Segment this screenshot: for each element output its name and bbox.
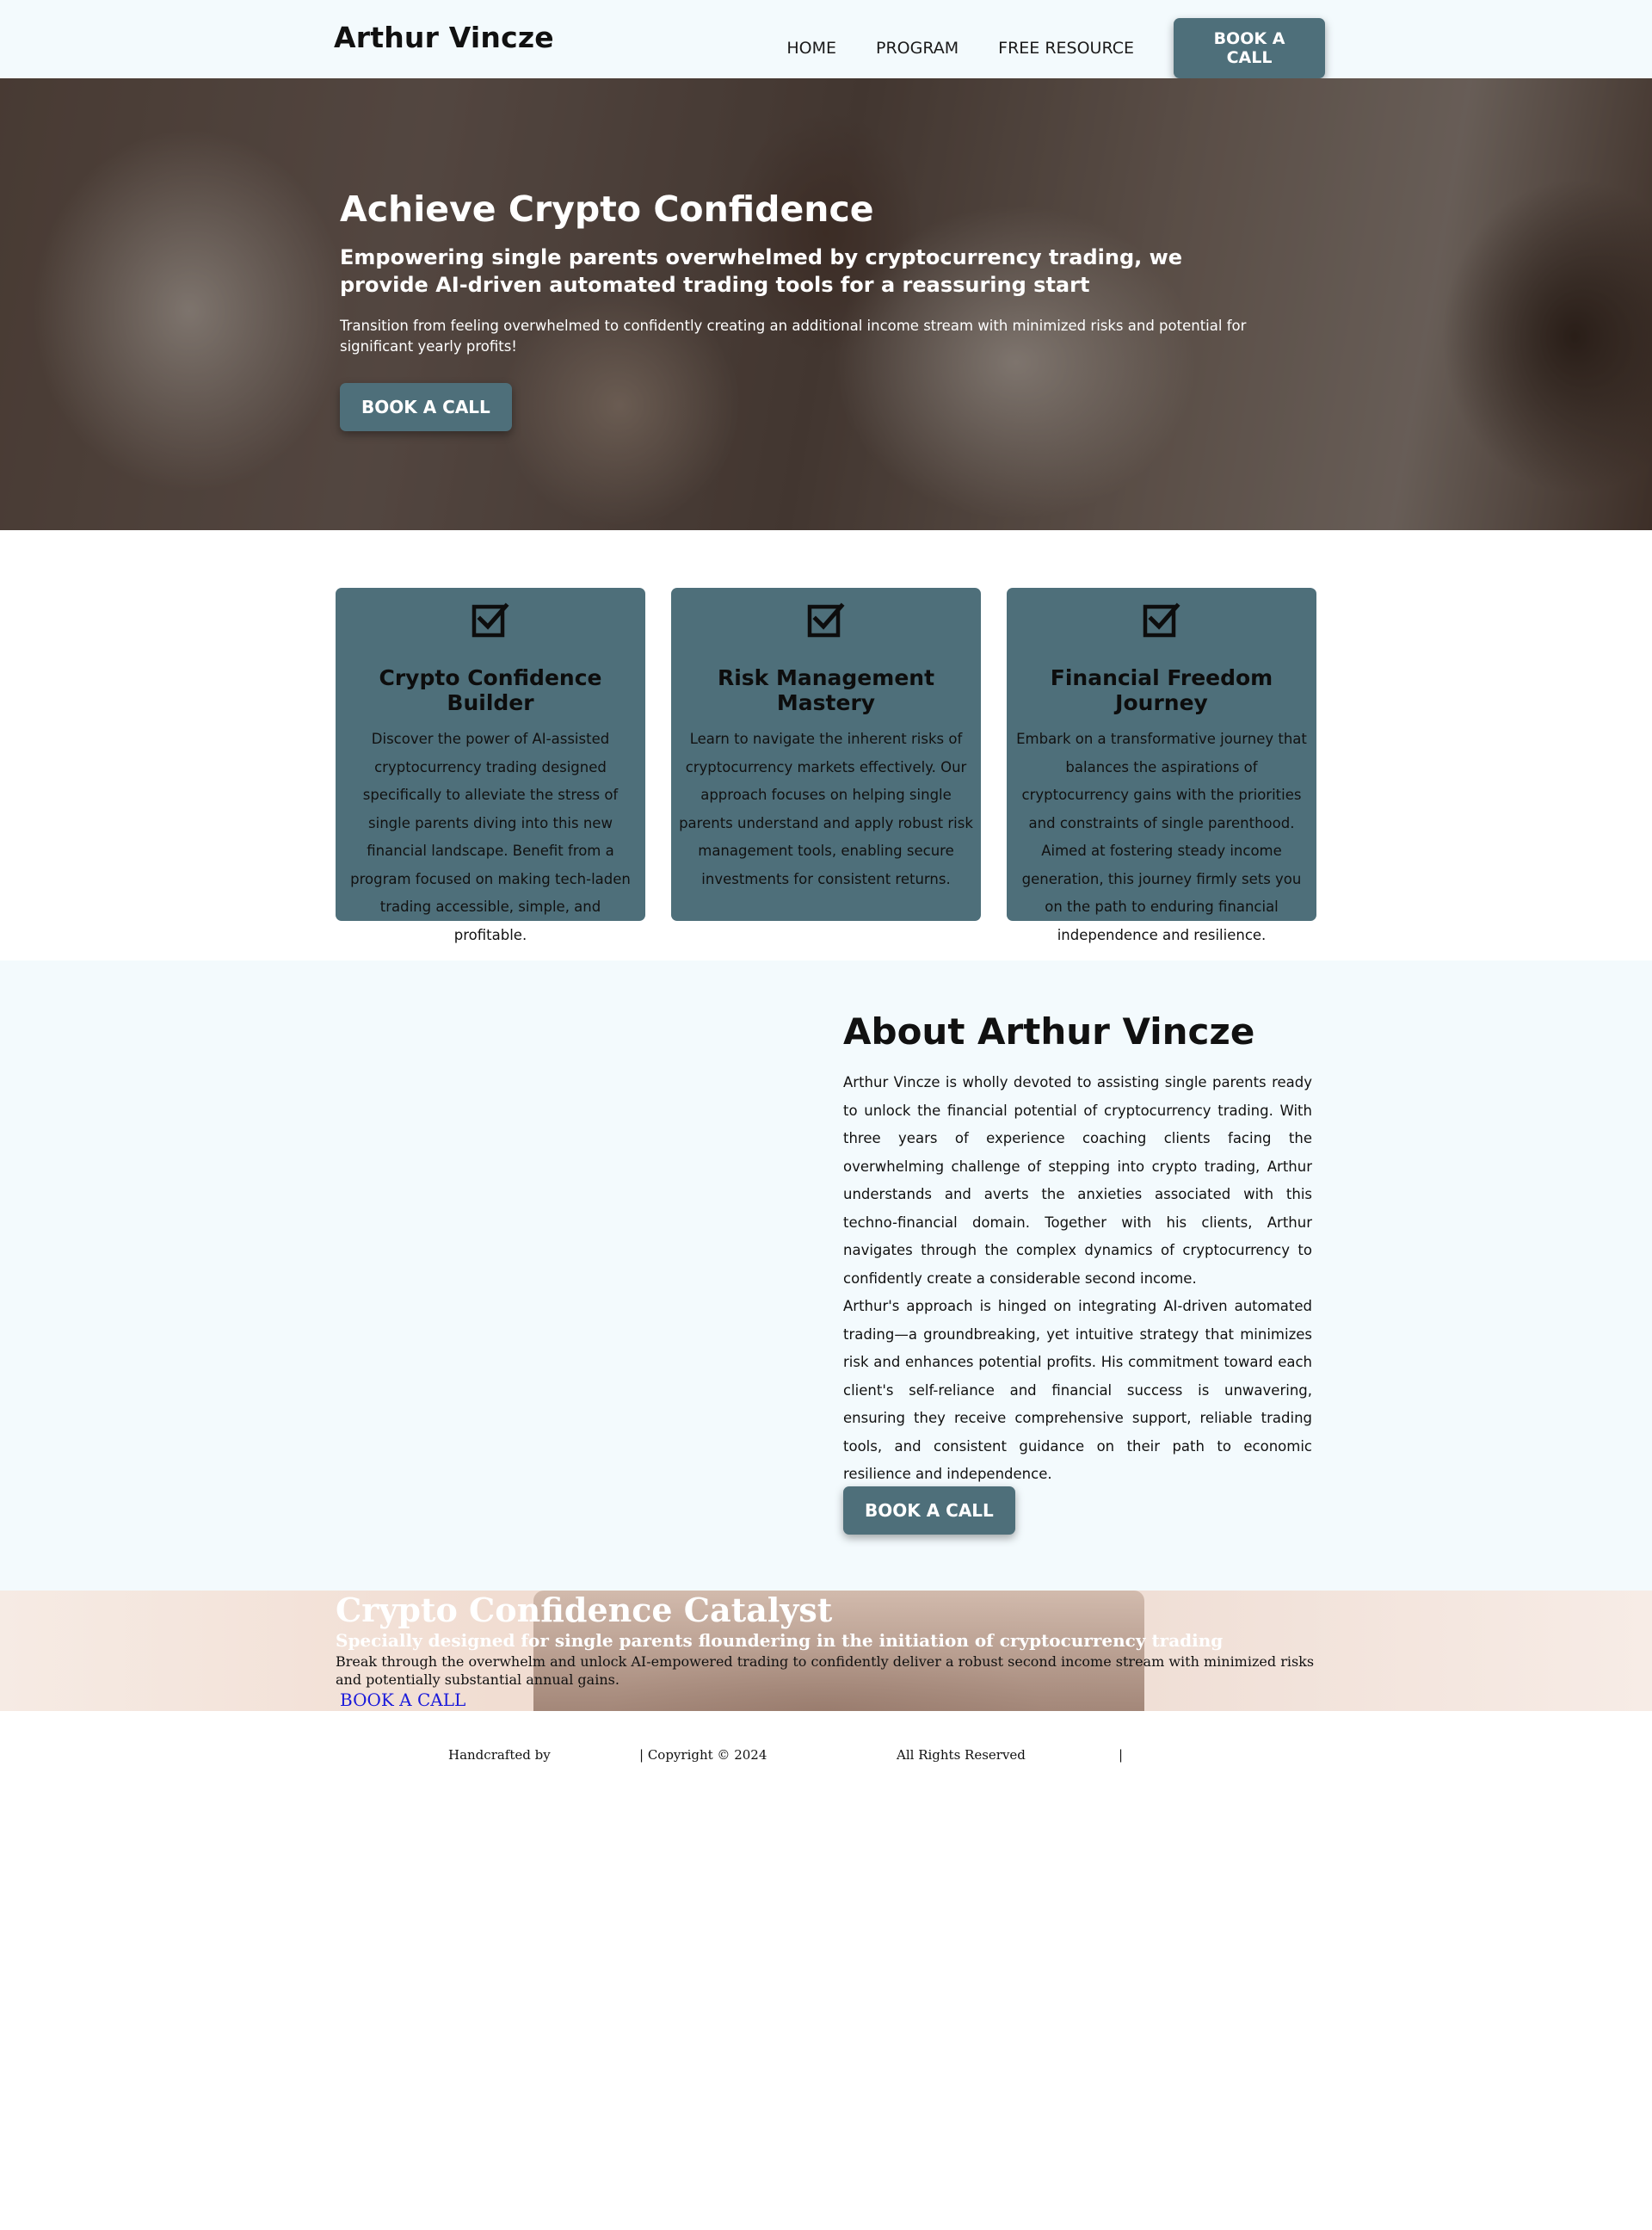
- catalyst-subtitle: Specially designed for single parents fl…: [336, 1630, 1224, 1651]
- checkbox-checked-icon: [472, 602, 509, 638]
- feature-card: Risk Management Mastery Learn to navigat…: [671, 588, 981, 921]
- feature-title: Risk Management Mastery: [717, 665, 935, 715]
- nav-program-link[interactable]: PROGRAM: [876, 39, 959, 58]
- feature-card: Financial Freedom Journey Embark on a tr…: [1007, 588, 1316, 943]
- feature-text: Discover the power of AI-assisted crypto…: [350, 731, 631, 943]
- about-book-call-button[interactable]: BOOK A CALL: [843, 1486, 1015, 1535]
- footer-separator: |: [1119, 1747, 1124, 1763]
- brand-logo[interactable]: Arthur Vincze: [334, 21, 554, 54]
- about-title: About Arthur Vincze: [843, 1010, 1255, 1053]
- feature-card: Crypto Confidence Builder Discover the p…: [336, 588, 645, 943]
- checkbox-checked-icon: [1143, 602, 1180, 638]
- hero-text: Transition from feeling overwhelmed to c…: [340, 318, 1247, 355]
- checkbox-checked-icon: [807, 602, 845, 638]
- about-paragraph: Arthur's approach is hinged on integrati…: [843, 1298, 1312, 1482]
- header-book-call-button[interactable]: BOOK A CALL: [1174, 18, 1325, 78]
- site-footer: Handcrafted by | Copyright © 2024 All Ri…: [0, 1711, 1652, 2230]
- hero-book-call-button[interactable]: BOOK A CALL: [340, 383, 512, 431]
- feature-title: Crypto Confidence Builder: [379, 665, 602, 715]
- about-paragraph: Arthur Vincze is wholly devoted to assis…: [843, 1074, 1312, 1287]
- about-body: Arthur Vincze is wholly devoted to assis…: [843, 1069, 1312, 1489]
- feature-text: Embark on a transformative journey that …: [1016, 731, 1307, 943]
- hero-content: Achieve Crypto Confidence Empowering sin…: [340, 188, 1321, 431]
- main-nav: HOME PROGRAM FREE RESOURCE BOOK A CALL: [786, 18, 1325, 78]
- about-section: About Arthur Vincze Arthur Vincze is who…: [0, 961, 1652, 1591]
- catalyst-section: Crypto Confidence Catalyst Specially des…: [0, 1591, 1652, 1711]
- page: Arthur Vincze HOME PROGRAM FREE RESOURCE…: [0, 0, 1652, 2230]
- feature-text: Learn to navigate the inherent risks of …: [679, 731, 973, 887]
- hero-section: Achieve Crypto Confidence Empowering sin…: [0, 78, 1652, 530]
- hero-subtitle: Empowering single parents overwhelmed by…: [340, 245, 1183, 297]
- hero-title: Achieve Crypto Confidence: [340, 188, 874, 230]
- nav-free-resource-link[interactable]: FREE RESOURCE: [998, 39, 1134, 58]
- footer-handcrafted: Handcrafted by: [448, 1747, 551, 1763]
- catalyst-content: Crypto Confidence Catalyst Specially des…: [336, 1591, 1334, 1711]
- catalyst-book-call-link[interactable]: BOOK A CALL: [340, 1689, 465, 1710]
- footer-copyright: | Copyright © 2024: [639, 1747, 767, 1763]
- footer-rights: All Rights Reserved: [897, 1747, 1026, 1763]
- catalyst-text: Break through the overwhelm and unlock A…: [336, 1653, 1315, 1688]
- nav-home-link[interactable]: HOME: [786, 39, 836, 58]
- features-section: Crypto Confidence Builder Discover the p…: [0, 530, 1652, 961]
- catalyst-title: Crypto Confidence Catalyst: [336, 1591, 833, 1629]
- feature-title: Financial Freedom Journey: [1050, 665, 1273, 715]
- site-header: Arthur Vincze HOME PROGRAM FREE RESOURCE…: [0, 0, 1652, 78]
